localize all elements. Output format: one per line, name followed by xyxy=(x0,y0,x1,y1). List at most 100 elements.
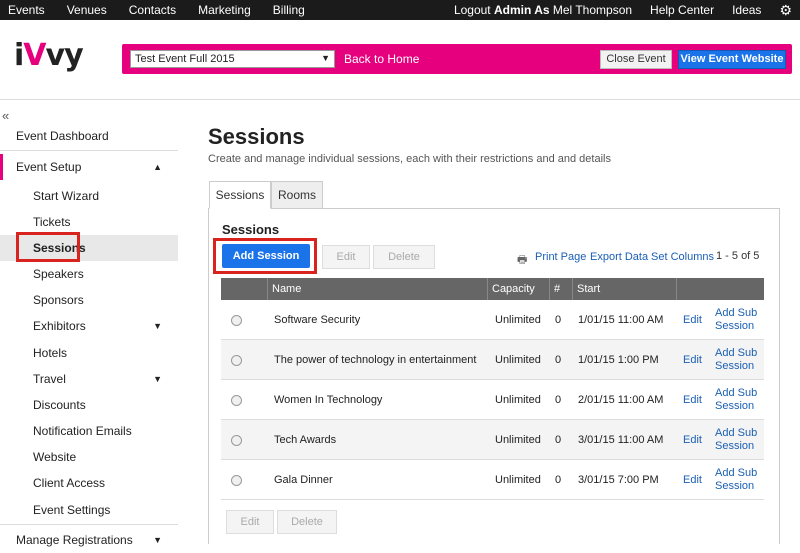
sidebar-item-notification-emails[interactable]: Notification Emails xyxy=(0,418,178,444)
sidebar-item-label: Manage Registrations xyxy=(16,533,133,547)
session-start: 3/01/15 7:00 PM xyxy=(578,474,659,486)
close-event-button[interactable]: Close Event xyxy=(600,50,672,69)
printer-icon: 🖶 xyxy=(517,254,528,266)
chevron-down-icon: ▼ xyxy=(321,53,330,63)
set-columns-link[interactable]: Set Columns xyxy=(651,251,714,263)
nav-marketing[interactable]: Marketing xyxy=(198,3,251,17)
sidebar-item-travel[interactable]: Travel ▼ xyxy=(0,366,178,392)
sessions-section-title: Sessions xyxy=(222,222,280,237)
session-start: 2/01/15 11:00 AM xyxy=(578,394,664,406)
view-event-website-button[interactable]: View Event Website xyxy=(678,50,786,69)
sidebar-item-label: Event Setup xyxy=(16,160,82,174)
add-sub-session-link-line2[interactable]: Session xyxy=(715,400,754,413)
event-select[interactable]: Test Event Full 2015 ▼ xyxy=(130,50,335,68)
sidebar-item-event-dashboard[interactable]: Event Dashboard xyxy=(0,123,178,149)
row-edit-link[interactable]: Edit xyxy=(683,354,702,366)
table-header: Name Capacity # Start xyxy=(221,278,764,300)
sidebar-divider xyxy=(0,150,178,151)
nav-billing[interactable]: Billing xyxy=(273,3,305,17)
tab-rooms[interactable]: Rooms xyxy=(271,181,323,209)
add-sub-session-link-line2[interactable]: Session xyxy=(715,440,754,453)
session-start: 1/01/15 11:00 AM xyxy=(578,314,664,326)
table-row: Software Security Unlimited 0 1/01/15 11… xyxy=(221,300,764,340)
pager-status: 1 - 5 of 5 xyxy=(716,250,760,262)
tab-sessions[interactable]: Sessions xyxy=(209,181,271,209)
add-sub-session-link[interactable]: Add Sub xyxy=(715,387,757,400)
row-radio[interactable] xyxy=(231,314,242,326)
edit-button[interactable]: Edit xyxy=(322,245,370,269)
print-page-link[interactable]: Print Page xyxy=(535,251,586,263)
table-row: The power of technology in entertainment… xyxy=(221,340,764,380)
col-start[interactable]: Start xyxy=(572,278,600,300)
col-actions xyxy=(676,278,764,300)
col-capacity[interactable]: Capacity xyxy=(487,278,535,300)
delete-button[interactable]: Delete xyxy=(373,245,435,269)
user-name: Mel Thompson xyxy=(552,3,633,17)
row-edit-link[interactable]: Edit xyxy=(683,394,702,406)
back-to-home-link[interactable]: Back to Home xyxy=(344,52,419,66)
sidebar-item-start-wizard[interactable]: Start Wizard xyxy=(0,183,178,209)
nav-venues[interactable]: Venues xyxy=(67,3,107,17)
event-bar: Test Event Full 2015 ▼ Back to Home Clos… xyxy=(122,44,792,74)
nav-events[interactable]: Events xyxy=(8,3,45,17)
chevron-up-icon: ▲ xyxy=(153,162,162,172)
sidebar-item-discounts[interactable]: Discounts xyxy=(0,392,178,418)
add-session-highlight xyxy=(213,238,317,274)
row-edit-link[interactable]: Edit xyxy=(683,314,702,326)
export-data-link[interactable]: Export Data xyxy=(590,251,648,263)
ideas-link[interactable]: Ideas xyxy=(732,3,761,17)
table-row: Gala Dinner Unlimited 0 3/01/15 7:00 PM … xyxy=(221,460,764,500)
sidebar-item-exhibitors[interactable]: Exhibitors ▼ xyxy=(0,313,178,339)
admin-as-label: Admin As xyxy=(493,3,550,17)
session-name: The power of technology in entertainment xyxy=(274,354,477,366)
session-count: 0 xyxy=(555,474,562,486)
sidebar-item-manage-registrations[interactable]: Manage Registrations ▼ xyxy=(0,527,178,553)
row-radio[interactable] xyxy=(231,354,242,366)
chevron-down-icon: ▼ xyxy=(153,321,162,331)
add-sub-session-link-line2[interactable]: Session xyxy=(715,480,754,493)
add-sub-session-link[interactable]: Add Sub xyxy=(715,347,757,360)
event-select-value: Test Event Full 2015 xyxy=(135,53,235,65)
help-center-link[interactable]: Help Center xyxy=(650,3,714,17)
add-sub-session-link[interactable]: Add Sub xyxy=(715,467,757,480)
gear-icon[interactable]: ⚙ xyxy=(779,3,792,17)
row-radio[interactable] xyxy=(231,394,242,406)
row-edit-link[interactable]: Edit xyxy=(683,474,702,486)
top-nav-bar: Events Venues Contacts Marketing Billing… xyxy=(0,0,800,20)
add-sub-session-link-line2[interactable]: Session xyxy=(715,360,754,373)
session-start: 3/01/15 11:00 AM xyxy=(578,434,664,446)
sidebar-item-label: Travel xyxy=(33,372,66,386)
row-radio[interactable] xyxy=(231,474,242,486)
table-row: Women In Technology Unlimited 0 2/01/15 … xyxy=(221,380,764,420)
session-count: 0 xyxy=(555,434,562,446)
add-sub-session-link-line2[interactable]: Session xyxy=(715,320,754,333)
sidebar-item-event-setup[interactable]: Event Setup ▲ xyxy=(0,154,178,180)
session-name: Tech Awards xyxy=(274,434,337,446)
add-sub-session-link[interactable]: Add Sub xyxy=(715,427,757,440)
col-name[interactable]: Name xyxy=(267,278,301,300)
session-capacity: Unlimited xyxy=(495,314,541,326)
sidebar-item-event-settings[interactable]: Event Settings xyxy=(0,497,178,523)
sidebar-item-sponsors[interactable]: Sponsors xyxy=(0,287,178,313)
session-capacity: Unlimited xyxy=(495,474,541,486)
add-sub-session-link[interactable]: Add Sub xyxy=(715,307,757,320)
edit-button-bottom[interactable]: Edit xyxy=(226,510,274,534)
row-edit-link[interactable]: Edit xyxy=(683,434,702,446)
sidebar-item-speakers[interactable]: Speakers xyxy=(0,261,178,287)
delete-button-bottom[interactable]: Delete xyxy=(277,510,337,534)
sidebar-item-website[interactable]: Website xyxy=(0,444,178,470)
session-capacity: Unlimited xyxy=(495,434,541,446)
col-count[interactable]: # xyxy=(549,278,560,300)
chevron-down-icon: ▼ xyxy=(153,374,162,384)
session-name: Women In Technology xyxy=(274,394,383,406)
nav-contacts[interactable]: Contacts xyxy=(129,3,176,17)
session-name: Gala Dinner xyxy=(274,474,333,486)
sidebar-item-client-access[interactable]: Client Access xyxy=(0,470,178,496)
sidebar-item-hotels[interactable]: Hotels xyxy=(0,340,178,366)
row-radio[interactable] xyxy=(231,434,242,446)
session-count: 0 xyxy=(555,314,562,326)
ivvy-logo[interactable]: iVvy xyxy=(14,38,84,73)
logout-link[interactable]: Logout Admin As Mel Thompson xyxy=(454,3,632,17)
collapse-sidebar-icon[interactable]: « xyxy=(2,108,9,123)
session-count: 0 xyxy=(555,394,562,406)
